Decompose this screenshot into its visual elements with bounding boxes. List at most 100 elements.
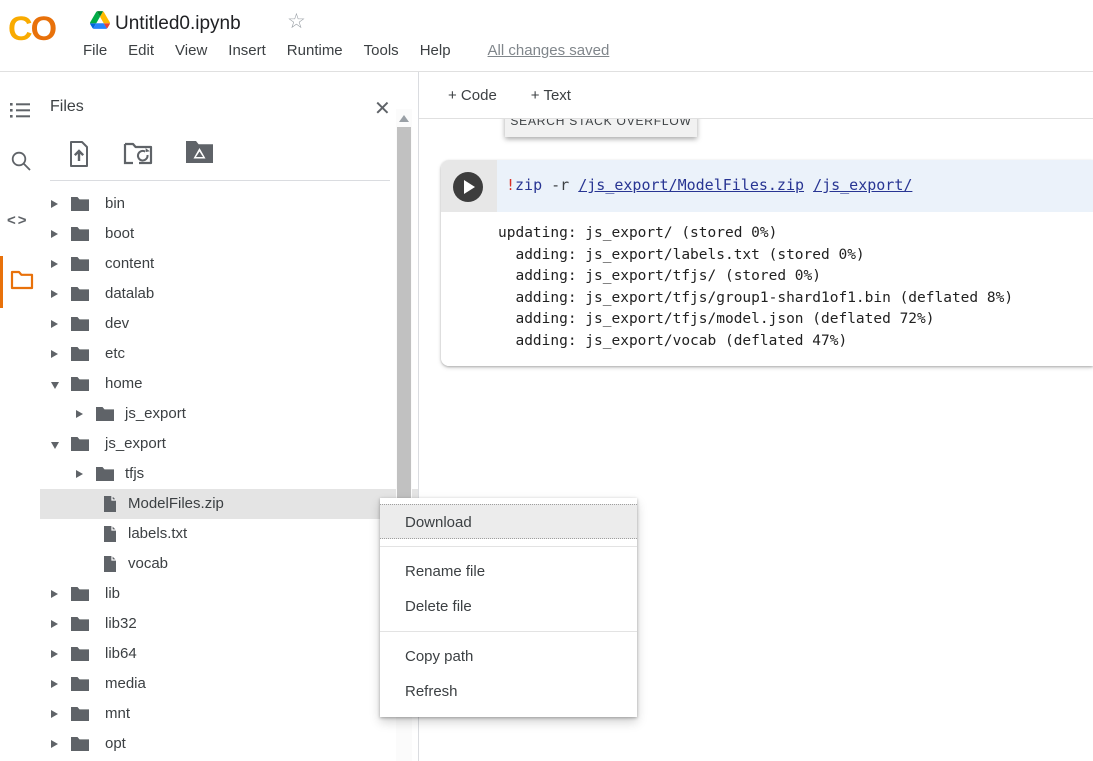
tree-label: js_export bbox=[125, 405, 186, 422]
chevron-right-icon[interactable] bbox=[76, 410, 83, 418]
rail-active-indicator bbox=[0, 256, 3, 308]
run-cell-button[interactable] bbox=[453, 172, 483, 202]
folder-icon bbox=[70, 226, 90, 242]
chevron-right-icon[interactable] bbox=[51, 620, 58, 628]
menu-divider bbox=[380, 631, 637, 632]
tree-row-bin[interactable]: bin bbox=[40, 189, 418, 219]
chevron-down-icon[interactable] bbox=[51, 442, 59, 449]
table-of-contents-icon[interactable] bbox=[10, 102, 30, 118]
code-cell-header: !zip -r /js_export/ModelFiles.zip /js_ex… bbox=[441, 160, 1093, 212]
menu-runtime[interactable]: Runtime bbox=[287, 42, 343, 59]
tree-row-home[interactable]: home bbox=[40, 369, 418, 399]
tree-label: labels.txt bbox=[128, 525, 187, 542]
folder-icon bbox=[95, 406, 115, 422]
close-icon[interactable]: ✕ bbox=[374, 96, 391, 121]
notebook-title[interactable]: Untitled0.ipynb bbox=[115, 13, 241, 35]
code-segment-command: zip bbox=[515, 176, 542, 194]
folder-icon bbox=[70, 286, 90, 302]
files-icon[interactable] bbox=[10, 270, 34, 290]
menu-item-download[interactable]: Download bbox=[380, 504, 637, 539]
tree-label: tfjs bbox=[125, 465, 144, 482]
search-icon[interactable] bbox=[10, 150, 32, 172]
tree-row-lib64[interactable]: lib64 bbox=[40, 639, 418, 669]
code-segment-link[interactable]: /js_export/ModelFiles.zip bbox=[578, 176, 804, 194]
folder-icon bbox=[70, 376, 90, 392]
tree-row-vocab[interactable]: vocab bbox=[40, 549, 418, 579]
tree-label: lib bbox=[105, 585, 120, 602]
menu-tools[interactable]: Tools bbox=[364, 42, 399, 59]
tree-row-labels-txt[interactable]: labels.txt bbox=[40, 519, 418, 549]
chevron-right-icon[interactable] bbox=[51, 230, 58, 238]
upload-file-icon[interactable] bbox=[67, 140, 91, 168]
file-tree: bin boot contentdatalab dev etchome js_export… bbox=[40, 189, 418, 759]
star-icon[interactable]: ☆ bbox=[287, 9, 306, 34]
folder-icon bbox=[95, 466, 115, 482]
tree-row-mnt[interactable]: mnt bbox=[40, 699, 418, 729]
menu-item-delete-file[interactable]: Delete file bbox=[380, 589, 637, 624]
tree-row-modelfiles-zip[interactable]: ModelFiles.zip bbox=[40, 489, 418, 519]
colab-logo[interactable]: CO bbox=[8, 10, 55, 48]
tree-row-js-export[interactable]: js_export bbox=[40, 429, 418, 459]
code-segment-plain bbox=[804, 176, 813, 194]
chevron-right-icon[interactable] bbox=[51, 740, 58, 748]
tree-row-opt[interactable]: opt bbox=[40, 729, 418, 759]
tree-row-dev[interactable]: dev bbox=[40, 309, 418, 339]
tree-row-tfjs[interactable]: tfjs bbox=[40, 459, 418, 489]
chevron-down-icon[interactable] bbox=[51, 382, 59, 389]
add-text-button[interactable]: + Text bbox=[531, 87, 571, 104]
tree-label: js_export bbox=[105, 435, 166, 452]
menu-item-rename-file[interactable]: Rename file bbox=[380, 554, 637, 589]
tree-row-media[interactable]: media bbox=[40, 669, 418, 699]
file-icon bbox=[103, 525, 117, 543]
code-snippets-icon[interactable]: <> bbox=[7, 212, 29, 229]
tree-row-content[interactable]: content bbox=[40, 249, 418, 279]
tree-row-lib[interactable]: lib bbox=[40, 579, 418, 609]
folder-icon bbox=[70, 316, 90, 332]
app-header: CO Untitled0.ipynb ☆ File Edit View Insert R… bbox=[0, 0, 1093, 72]
chevron-right-icon[interactable] bbox=[51, 320, 58, 328]
chevron-right-icon[interactable] bbox=[51, 350, 58, 358]
tree-label: opt bbox=[105, 735, 126, 752]
code-segment-link[interactable]: /js_export/ bbox=[813, 176, 912, 194]
menu-edit[interactable]: Edit bbox=[128, 42, 154, 59]
output-line: adding: js_export/tfjs/group1-shard1of1.… bbox=[498, 288, 1093, 310]
chevron-right-icon[interactable] bbox=[51, 710, 58, 718]
menu-item-refresh[interactable]: Refresh bbox=[380, 674, 637, 709]
output-line: adding: js_export/tfjs/model.json (defla… bbox=[498, 309, 1093, 331]
tree-label: dev bbox=[105, 315, 129, 332]
menu-item-copy-path[interactable]: Copy path bbox=[380, 639, 637, 674]
chevron-right-icon[interactable] bbox=[51, 200, 58, 208]
colab-app: CO Untitled0.ipynb ☆ File Edit View Insert R… bbox=[0, 0, 1093, 761]
menu-help[interactable]: Help bbox=[420, 42, 451, 59]
folder-icon bbox=[70, 346, 90, 362]
tree-row-js-export[interactable]: js_export bbox=[40, 399, 418, 429]
chevron-right-icon[interactable] bbox=[76, 470, 83, 478]
chevron-right-icon[interactable] bbox=[51, 290, 58, 298]
scrollbar-up-arrow[interactable] bbox=[399, 115, 409, 122]
menu-file[interactable]: File bbox=[83, 42, 107, 59]
code-segment-plain: -r bbox=[542, 176, 578, 194]
files-panel: Files ✕ binbootcontentdatalabdevetchomej… bbox=[40, 72, 418, 761]
files-actions bbox=[67, 140, 214, 168]
tree-row-etc[interactable]: etc bbox=[40, 339, 418, 369]
tree-row-datalab[interactable]: datalab bbox=[40, 279, 418, 309]
refresh-folder-icon[interactable] bbox=[123, 140, 153, 166]
menu-view[interactable]: View bbox=[175, 42, 207, 59]
folder-icon bbox=[70, 436, 90, 452]
chevron-right-icon[interactable] bbox=[51, 680, 58, 688]
tree-label: ModelFiles.zip bbox=[128, 495, 224, 512]
tree-label: boot bbox=[105, 225, 134, 242]
file-context-menu: Download Rename fileDelete file Copy pathR… bbox=[380, 498, 637, 717]
output-line: adding: js_export/vocab (deflated 47%) bbox=[498, 331, 1093, 353]
tree-row-boot[interactable]: boot bbox=[40, 219, 418, 249]
save-status[interactable]: All changes saved bbox=[488, 42, 610, 59]
add-code-button[interactable]: + Code bbox=[448, 87, 497, 104]
tree-label: lib64 bbox=[105, 645, 137, 662]
cell-code-line[interactable]: !zip -r /js_export/ModelFiles.zip /js_ex… bbox=[497, 160, 1093, 212]
mount-drive-icon[interactable] bbox=[185, 140, 214, 164]
menu-insert[interactable]: Insert bbox=[228, 42, 266, 59]
chevron-right-icon[interactable] bbox=[51, 260, 58, 268]
tree-row-lib32[interactable]: lib32 bbox=[40, 609, 418, 639]
chevron-right-icon[interactable] bbox=[51, 590, 58, 598]
chevron-right-icon[interactable] bbox=[51, 650, 58, 658]
